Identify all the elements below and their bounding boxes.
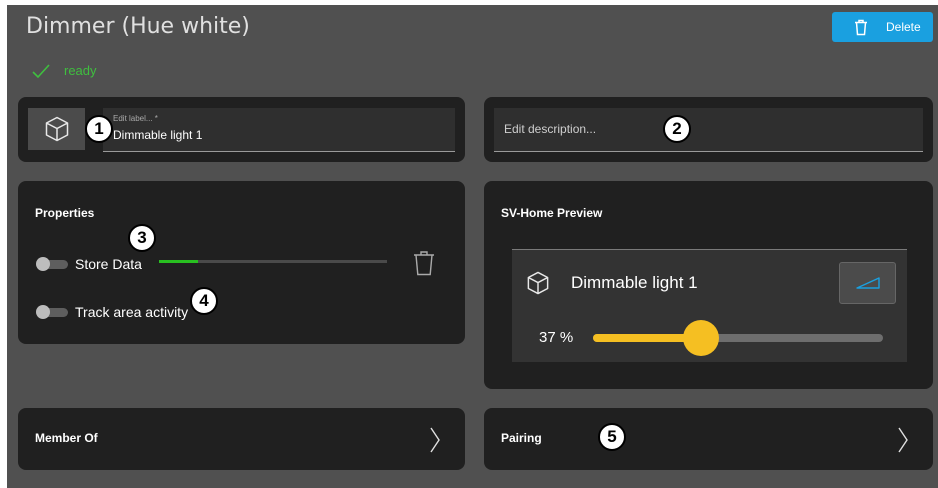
track-area-toggle[interactable] — [36, 305, 69, 319]
cube-icon — [45, 116, 68, 142]
annotation-badge-1: 1 — [85, 115, 113, 143]
delete-button-label: Delete — [886, 20, 921, 34]
preview-title: SV-Home Preview — [501, 206, 603, 220]
annotation-badge-5: 5 — [598, 423, 626, 451]
preview-cube-icon — [527, 271, 549, 300]
device-detail-screen: Dimmer (Hue white) Delete ready Edit lab… — [7, 5, 938, 488]
pairing-label: Pairing — [501, 431, 542, 445]
properties-title: Properties — [35, 206, 95, 220]
trash-icon — [855, 19, 867, 35]
preview-device-name: Dimmable light 1 — [571, 273, 698, 292]
status-text: ready — [64, 63, 97, 78]
checkmark-icon — [32, 63, 50, 78]
brightness-slider-thumb[interactable] — [683, 320, 719, 356]
brightness-slider[interactable] — [593, 334, 883, 342]
store-data-progress — [159, 260, 387, 263]
label-input-value: Dimmable light 1 — [113, 128, 203, 142]
track-area-label: Track area activity — [75, 304, 189, 320]
trash-icon — [414, 251, 434, 276]
annotation-badge-4: 4 — [190, 287, 218, 315]
description-placeholder: Edit description... — [504, 122, 597, 136]
device-icon-button[interactable] — [28, 108, 85, 150]
pairing-chevron-icon — [898, 427, 908, 458]
annotation-badge-3: 3 — [128, 224, 156, 252]
page-title: Dimmer (Hue white) — [26, 14, 250, 39]
label-input-hint: Edit label... * — [113, 114, 158, 123]
status-indicator: ready — [32, 63, 97, 78]
member-of-chevron-icon — [430, 427, 440, 458]
label-input[interactable]: Edit label... * Dimmable light 1 — [103, 108, 455, 152]
brightness-label: 37 % — [539, 329, 574, 346]
annotation-badge-2: 2 — [663, 115, 691, 143]
store-data-delete-button[interactable] — [413, 250, 435, 281]
delete-button[interactable]: Delete — [832, 12, 933, 42]
store-data-label: Store Data — [75, 256, 142, 272]
store-data-progress-fill — [159, 260, 198, 263]
member-of-label: Member Of — [35, 431, 98, 445]
preview-dim-button[interactable] — [839, 262, 896, 304]
dimmer-ramp-icon — [855, 277, 880, 289]
store-data-toggle[interactable] — [36, 257, 69, 271]
description-input[interactable]: Edit description... — [494, 108, 923, 152]
pairing-row[interactable] — [484, 408, 933, 470]
